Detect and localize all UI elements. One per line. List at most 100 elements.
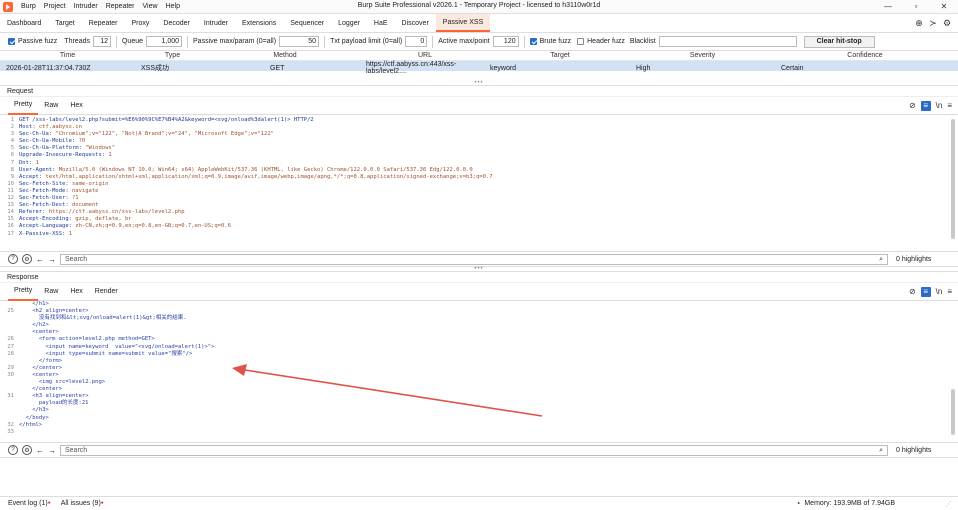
response-line: 26 <form action=level2.php method=GET> — [0, 336, 958, 343]
code-text: </h3> — [19, 407, 49, 414]
txt-limit-input[interactable]: 0 — [405, 36, 428, 47]
tab-target[interactable]: Target — [48, 14, 81, 32]
hide-icon[interactable]: ⊘ — [909, 287, 916, 296]
line-number: 25 — [7, 308, 14, 315]
gear-icon[interactable]: ⚙ — [940, 18, 954, 29]
response-search-input[interactable]: Search ⌕ — [60, 444, 888, 456]
pretty-print-icon[interactable]: ≡ — [920, 286, 931, 297]
tab-hae[interactable]: HaE — [367, 14, 395, 32]
line-number: 15 — [7, 216, 14, 223]
header-value: ctf.aabyss.cn — [38, 124, 82, 131]
resize-grip-icon: ⋰ — [945, 500, 952, 508]
pretty-print-icon[interactable]: ≡ — [920, 100, 931, 111]
globe-icon[interactable]: ⊕ — [912, 18, 926, 29]
event-log-link[interactable]: Event log (1)● — [8, 500, 51, 507]
tab-icons: ⊕ ≻ ⚙ — [912, 14, 958, 32]
help-icon[interactable]: ? — [8, 445, 18, 455]
tab-repeater[interactable]: Repeater — [82, 14, 125, 32]
passive-fuzz-label: Passive fuzz — [18, 38, 58, 45]
maximize-icon[interactable]: ▫ — [902, 2, 930, 11]
response-tab-render[interactable]: Render — [89, 283, 124, 301]
blacklist-input[interactable] — [658, 36, 797, 47]
brute-fuzz-checkbox[interactable] — [529, 38, 537, 45]
brute-fuzz-label: Brute fuzz — [539, 38, 572, 45]
tab-decoder[interactable]: Decoder — [156, 14, 196, 32]
newline-icon[interactable]: \n — [936, 101, 943, 110]
back-arrow-icon[interactable]: ← — [36, 255, 44, 264]
tab-intruder[interactable]: Intruder — [197, 14, 235, 32]
tab-discover[interactable]: Discover — [395, 14, 436, 32]
column-header[interactable]: Type — [135, 52, 210, 59]
all-issues-link[interactable]: All issues (9)● — [61, 500, 104, 507]
terminal-icon[interactable]: ≻ — [926, 18, 940, 29]
response-line: <center> — [0, 329, 958, 336]
header-name: Sec-Ch-Ua-Mobile: — [19, 138, 79, 145]
tab-proxy[interactable]: Proxy — [125, 14, 157, 32]
menu-item-project[interactable]: Project — [40, 3, 70, 10]
request-editor[interactable]: 1 GET /xss-labs/level2.php?submit=%E6%90%… — [0, 115, 958, 251]
hide-icon[interactable]: ⊘ — [909, 101, 916, 110]
close-icon[interactable]: ✕ — [930, 2, 958, 11]
active-max-input[interactable]: 120 — [492, 36, 519, 47]
more-icon[interactable]: ≡ — [947, 101, 952, 110]
more-icon[interactable]: ≡ — [947, 287, 952, 296]
column-header[interactable]: Time — [0, 52, 135, 59]
response-line: </body> — [0, 415, 958, 422]
menu-item-view[interactable]: View — [139, 3, 162, 10]
newline-icon[interactable]: \n — [936, 287, 943, 296]
settings-icon[interactable]: ⚙ — [22, 445, 32, 455]
minimize-icon[interactable]: — — [874, 2, 902, 11]
code-text: </h2> — [19, 322, 49, 329]
request-line: 1 GET /xss-labs/level2.php?submit=%E6%90%… — [0, 117, 958, 124]
header-value: navigate — [71, 187, 99, 194]
request-search-input[interactable]: Search ⌕ — [60, 253, 888, 265]
line-number: 16 — [7, 223, 14, 230]
request-tab-pretty[interactable]: Pretty — [8, 97, 39, 115]
tab-dashboard[interactable]: Dashboard — [0, 14, 48, 32]
column-header[interactable]: URL — [360, 52, 490, 59]
clear-hit-stop-button[interactable]: Clear hit-stop — [803, 35, 875, 48]
request-heading: Request — [0, 86, 958, 97]
table-row[interactable]: 2026-01-28T11:37:04.730Z XSS成功 GET https://… — [0, 61, 958, 75]
blacklist-label: Blacklist — [629, 38, 656, 45]
code-text: </form> — [19, 357, 63, 364]
tab-logger[interactable]: Logger — [331, 14, 367, 32]
response-editor[interactable]: </h1> 25 <h2 align=center> 没有找到和&lt;svg/o… — [0, 301, 958, 442]
menu-item-repeater[interactable]: Repeater — [102, 3, 139, 10]
tab-passive-xss[interactable]: Passive XSS — [435, 14, 491, 32]
column-header[interactable]: Method — [210, 52, 360, 59]
response-line: 33 — [0, 429, 958, 436]
response-tab-raw[interactable]: Raw — [38, 283, 64, 301]
tab-sequencer[interactable]: Sequencer — [283, 14, 331, 32]
code-text: <h3 align=center> — [19, 393, 89, 400]
menu-item-help[interactable]: Help — [162, 3, 184, 10]
response-tab-hex[interactable]: Hex — [64, 283, 88, 301]
request-line: 4 Sec-Ch-Ua-Mobile: ?0 — [0, 138, 958, 145]
request-line: 6 Upgrade-Insecure-Requests: 1 — [0, 152, 958, 159]
response-line: 27 <input name=keyword value="<svg/onloa… — [0, 344, 958, 351]
column-header[interactable]: Severity — [630, 52, 775, 59]
back-arrow-icon[interactable]: ← — [36, 446, 44, 455]
column-header[interactable]: Target — [490, 52, 630, 59]
response-tab-pretty[interactable]: Pretty — [8, 283, 39, 301]
header-value: 1 — [35, 159, 39, 166]
menu-item-burp[interactable]: Burp — [17, 3, 40, 10]
column-header[interactable]: Confidence — [775, 52, 955, 59]
queue-input[interactable]: 1,000 — [146, 36, 183, 47]
tab-extensions[interactable]: Extensions — [235, 14, 283, 32]
response-line: </h1> — [0, 301, 958, 308]
line-number: 32 — [7, 421, 14, 428]
forward-arrow-icon[interactable]: → — [48, 255, 56, 264]
settings-icon[interactable]: ⚙ — [22, 254, 32, 264]
passive-fuzz-checkbox[interactable] — [8, 38, 15, 45]
header-fuzz-checkbox[interactable] — [577, 38, 585, 45]
header-name: Sec-Fetch-User: — [19, 195, 72, 202]
forward-arrow-icon[interactable]: → — [48, 446, 56, 455]
threads-label: Threads — [64, 38, 90, 45]
request-tab-hex[interactable]: Hex — [64, 97, 88, 115]
threads-input[interactable]: 12 — [92, 36, 111, 47]
max-param-input[interactable]: 50 — [279, 36, 320, 47]
help-icon[interactable]: ? — [8, 254, 18, 264]
menu-item-intruder[interactable]: Intruder — [70, 3, 102, 10]
request-tab-raw[interactable]: Raw — [38, 97, 64, 115]
